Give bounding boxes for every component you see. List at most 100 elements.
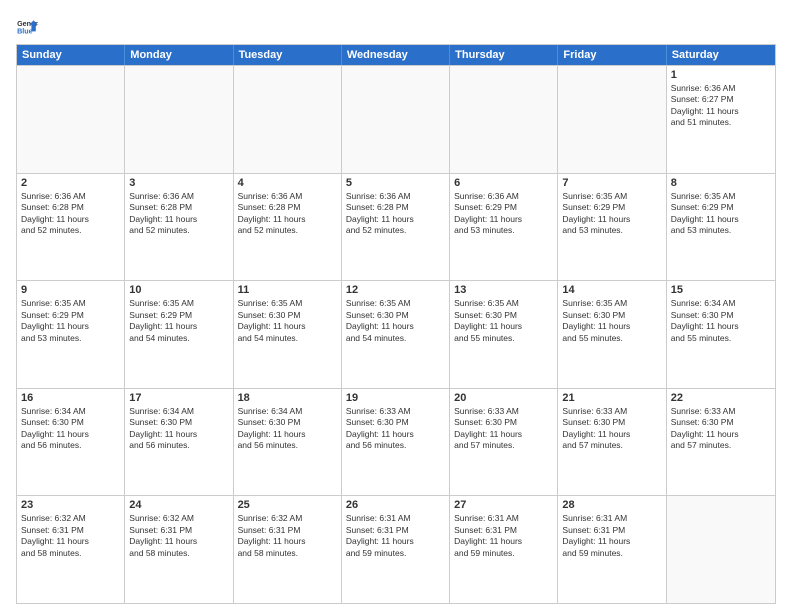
day-number: 1	[671, 69, 771, 81]
day-number: 16	[21, 392, 120, 404]
calendar-cell: 26Sunrise: 6:31 AM Sunset: 6:31 PM Dayli…	[342, 496, 450, 603]
day-info: Sunrise: 6:35 AM Sunset: 6:30 PM Dayligh…	[562, 298, 661, 344]
day-info: Sunrise: 6:34 AM Sunset: 6:30 PM Dayligh…	[671, 298, 771, 344]
weekday-header: Saturday	[667, 45, 775, 65]
calendar-cell: 17 Sunrise: 6:34 AM Sunset: 6:30 PM Dayli…	[125, 389, 233, 496]
day-info: Sunrise: 6:33 AM Sunset: 6:30 PM Dayligh…	[454, 406, 553, 452]
calendar-row: 23 Sunrise: 6:32 AM Sunset: 6:31 PM Dayli…	[17, 495, 775, 603]
calendar-header: SundayMondayTuesdayWednesdayThursdayFrid…	[17, 45, 775, 65]
day-number: 7	[562, 177, 661, 189]
calendar-cell	[234, 66, 342, 173]
calendar-cell: 3 Sunrise: 6:36 AM Sunset: 6:28 PM Daylig…	[125, 174, 233, 281]
day-number: 25	[238, 499, 337, 511]
calendar-row: 16 Sunrise: 6:34 AM Sunset: 6:30 PM Dayli…	[17, 388, 775, 496]
calendar-cell: 12 Sunrise: 6:35 AM Sunset: 6:30 PM Dayli…	[342, 281, 450, 388]
day-info: Sunrise: 6:33 AM Sunset: 6:30 PM Dayligh…	[671, 406, 771, 452]
calendar-cell: 20 Sunrise: 6:33 AM Sunset: 6:30 PM Dayli…	[450, 389, 558, 496]
calendar-cell: 18 Sunrise: 6:34 AM Sunset: 6:30 PM Dayli…	[234, 389, 342, 496]
calendar-cell: 9 Sunrise: 6:35 AM Sunset: 6:29 PM Daylig…	[17, 281, 125, 388]
day-number: 24	[129, 499, 228, 511]
calendar-cell: 7 Sunrise: 6:35 AM Sunset: 6:29 PM Daylig…	[558, 174, 666, 281]
calendar-cell: 15 Sunrise: 6:34 AM Sunset: 6:30 PM Dayli…	[667, 281, 775, 388]
page: General Blue SundayMondayTuesdayWednesda…	[0, 0, 792, 612]
day-info: Sunrise: 6:34 AM Sunset: 6:30 PM Dayligh…	[129, 406, 228, 452]
day-info: Sunrise: 6:32 AM Sunset: 6:31 PM Dayligh…	[238, 513, 337, 559]
day-number: 26	[346, 499, 445, 511]
day-number: 12	[346, 284, 445, 296]
day-info: Sunrise: 6:36 AM Sunset: 6:28 PM Dayligh…	[238, 191, 337, 237]
calendar: SundayMondayTuesdayWednesdayThursdayFrid…	[16, 44, 776, 604]
day-number: 15	[671, 284, 771, 296]
calendar-cell: 27 Sunrise: 6:31 AM Sunset: 6:31 PM Dayli…	[450, 496, 558, 603]
day-info: Sunrise: 6:35 AM Sunset: 6:29 PM Dayligh…	[21, 298, 120, 344]
day-info: Sunrise: 6:35 AM Sunset: 6:30 PM Dayligh…	[238, 298, 337, 344]
day-number: 20	[454, 392, 553, 404]
calendar-cell	[558, 66, 666, 173]
calendar-cell	[667, 496, 775, 603]
weekday-header: Wednesday	[342, 45, 450, 65]
logo-icon: General Blue	[16, 16, 38, 38]
day-number: 27	[454, 499, 553, 511]
day-number: 22	[671, 392, 771, 404]
header: General Blue	[16, 16, 776, 38]
calendar-cell	[450, 66, 558, 173]
calendar-body: 1 Sunrise: 6:36 AM Sunset: 6:27 PM Daylig…	[17, 65, 775, 603]
calendar-cell: 24 Sunrise: 6:32 AM Sunset: 6:31 PM Dayli…	[125, 496, 233, 603]
day-info: Sunrise: 6:35 AM Sunset: 6:30 PM Dayligh…	[346, 298, 445, 344]
calendar-cell: 5 Sunrise: 6:36 AM Sunset: 6:28 PM Daylig…	[342, 174, 450, 281]
day-info: Sunrise: 6:34 AM Sunset: 6:30 PM Dayligh…	[21, 406, 120, 452]
calendar-cell: 13Sunrise: 6:35 AM Sunset: 6:30 PM Dayli…	[450, 281, 558, 388]
day-info: Sunrise: 6:36 AM Sunset: 6:28 PM Dayligh…	[346, 191, 445, 237]
day-info: Sunrise: 6:31 AM Sunset: 6:31 PM Dayligh…	[454, 513, 553, 559]
calendar-cell: 16 Sunrise: 6:34 AM Sunset: 6:30 PM Dayli…	[17, 389, 125, 496]
calendar-cell: 14Sunrise: 6:35 AM Sunset: 6:30 PM Dayli…	[558, 281, 666, 388]
calendar-cell: 28 Sunrise: 6:31 AM Sunset: 6:31 PM Dayli…	[558, 496, 666, 603]
calendar-row: 9 Sunrise: 6:35 AM Sunset: 6:29 PM Daylig…	[17, 280, 775, 388]
day-info: Sunrise: 6:35 AM Sunset: 6:29 PM Dayligh…	[562, 191, 661, 237]
calendar-row: 1 Sunrise: 6:36 AM Sunset: 6:27 PM Daylig…	[17, 65, 775, 173]
day-number: 28	[562, 499, 661, 511]
day-number: 21	[562, 392, 661, 404]
calendar-cell: 8Sunrise: 6:35 AM Sunset: 6:29 PM Daylig…	[667, 174, 775, 281]
day-info: Sunrise: 6:36 AM Sunset: 6:28 PM Dayligh…	[129, 191, 228, 237]
calendar-cell	[342, 66, 450, 173]
day-info: Sunrise: 6:34 AM Sunset: 6:30 PM Dayligh…	[238, 406, 337, 452]
day-info: Sunrise: 6:33 AM Sunset: 6:30 PM Dayligh…	[562, 406, 661, 452]
calendar-cell: 19Sunrise: 6:33 AM Sunset: 6:30 PM Dayli…	[342, 389, 450, 496]
day-number: 5	[346, 177, 445, 189]
calendar-cell	[125, 66, 233, 173]
weekday-header: Monday	[125, 45, 233, 65]
day-number: 2	[21, 177, 120, 189]
weekday-header: Tuesday	[234, 45, 342, 65]
day-number: 23	[21, 499, 120, 511]
day-info: Sunrise: 6:35 AM Sunset: 6:29 PM Dayligh…	[671, 191, 771, 237]
day-info: Sunrise: 6:32 AM Sunset: 6:31 PM Dayligh…	[21, 513, 120, 559]
day-number: 4	[238, 177, 337, 189]
day-number: 10	[129, 284, 228, 296]
calendar-cell: 4 Sunrise: 6:36 AM Sunset: 6:28 PM Daylig…	[234, 174, 342, 281]
weekday-header: Thursday	[450, 45, 558, 65]
day-info: Sunrise: 6:31 AM Sunset: 6:31 PM Dayligh…	[562, 513, 661, 559]
day-number: 3	[129, 177, 228, 189]
calendar-cell: 11 Sunrise: 6:35 AM Sunset: 6:30 PM Dayli…	[234, 281, 342, 388]
calendar-cell: 6Sunrise: 6:36 AM Sunset: 6:29 PM Daylig…	[450, 174, 558, 281]
day-info: Sunrise: 6:35 AM Sunset: 6:30 PM Dayligh…	[454, 298, 553, 344]
day-number: 18	[238, 392, 337, 404]
day-number: 9	[21, 284, 120, 296]
calendar-cell: 10 Sunrise: 6:35 AM Sunset: 6:29 PM Dayli…	[125, 281, 233, 388]
calendar-row: 2 Sunrise: 6:36 AM Sunset: 6:28 PM Daylig…	[17, 173, 775, 281]
day-number: 6	[454, 177, 553, 189]
calendar-cell: 1 Sunrise: 6:36 AM Sunset: 6:27 PM Daylig…	[667, 66, 775, 173]
calendar-cell: 2 Sunrise: 6:36 AM Sunset: 6:28 PM Daylig…	[17, 174, 125, 281]
weekday-header: Sunday	[17, 45, 125, 65]
day-number: 11	[238, 284, 337, 296]
day-info: Sunrise: 6:36 AM Sunset: 6:27 PM Dayligh…	[671, 83, 771, 129]
calendar-cell: 21 Sunrise: 6:33 AM Sunset: 6:30 PM Dayli…	[558, 389, 666, 496]
calendar-cell: 22 Sunrise: 6:33 AM Sunset: 6:30 PM Dayli…	[667, 389, 775, 496]
day-info: Sunrise: 6:32 AM Sunset: 6:31 PM Dayligh…	[129, 513, 228, 559]
calendar-cell: 25 Sunrise: 6:32 AM Sunset: 6:31 PM Dayli…	[234, 496, 342, 603]
day-number: 17	[129, 392, 228, 404]
day-info: Sunrise: 6:35 AM Sunset: 6:29 PM Dayligh…	[129, 298, 228, 344]
day-info: Sunrise: 6:36 AM Sunset: 6:28 PM Dayligh…	[21, 191, 120, 237]
svg-text:Blue: Blue	[17, 28, 33, 36]
